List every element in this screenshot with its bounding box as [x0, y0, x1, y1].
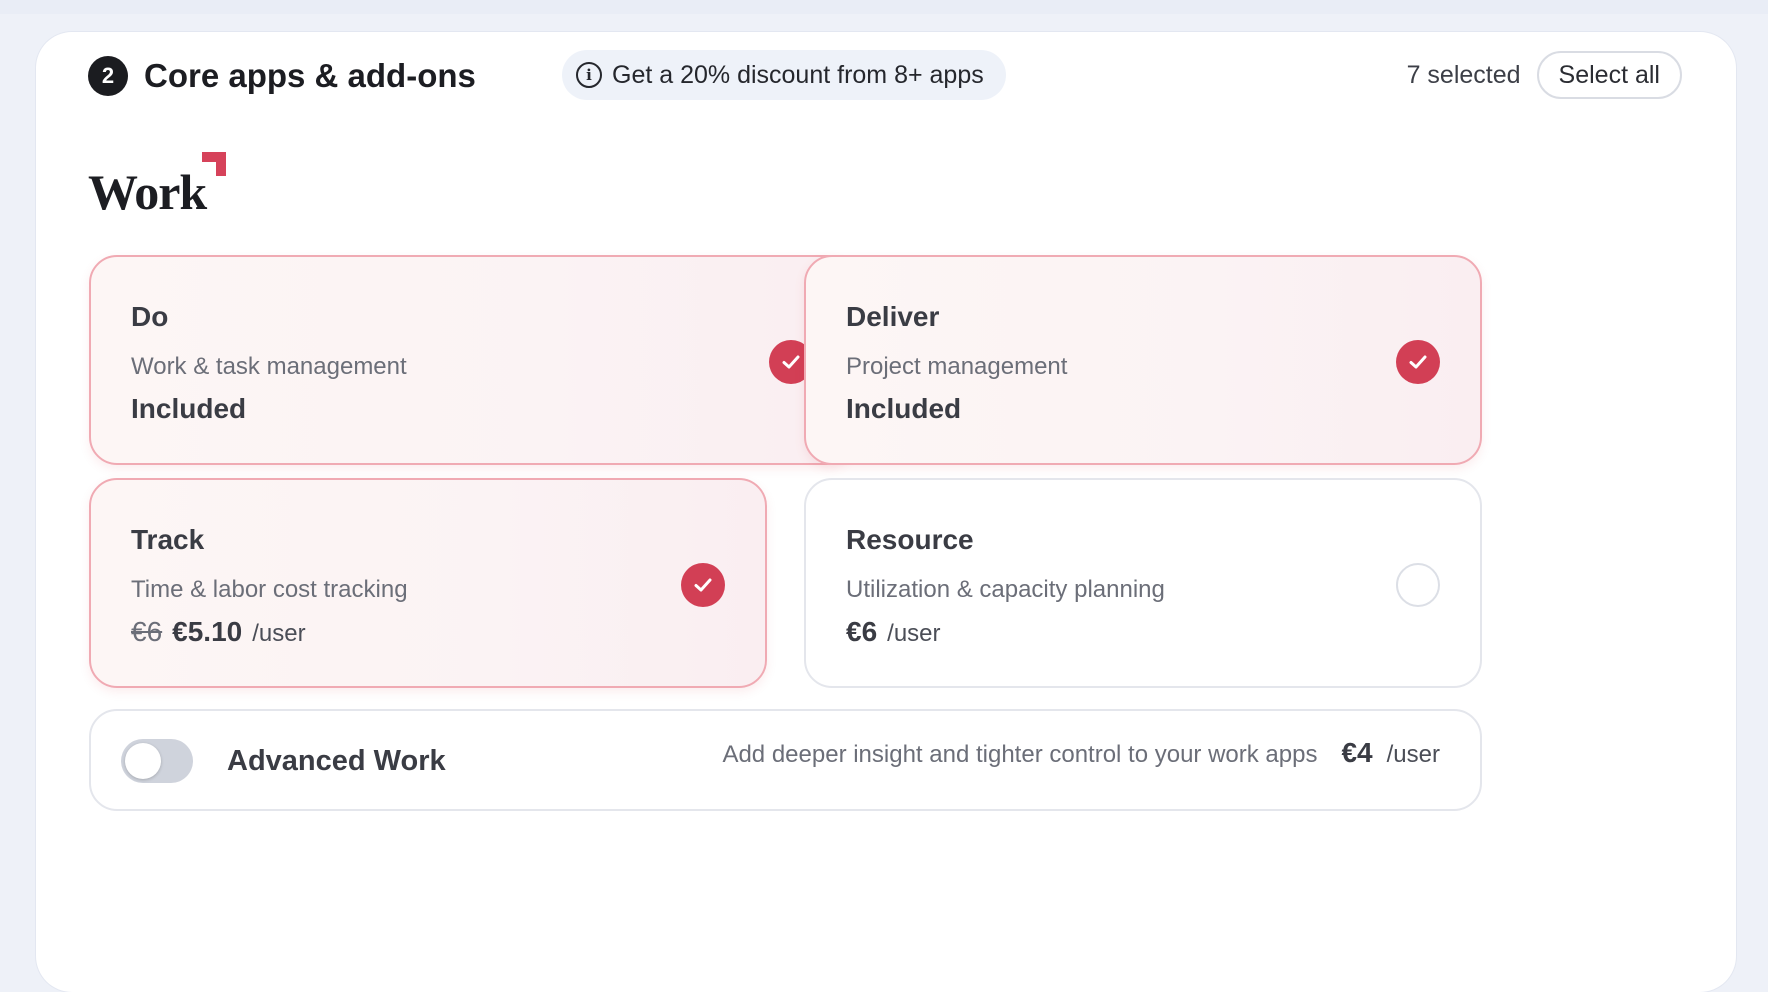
price-value: €6 — [846, 616, 878, 647]
card-price: Included — [131, 393, 246, 425]
discount-text: Get a 20% discount from 8+ apps — [612, 60, 984, 89]
card-description: Utilization & capacity planning — [846, 576, 1165, 603]
card-description: Project management — [846, 353, 1068, 380]
price-unit: /user — [252, 620, 306, 647]
app-card-track[interactable]: Track Time & labor cost tracking €6 €5.1… — [89, 478, 767, 688]
card-description: Work & task management — [131, 353, 407, 380]
card-description: Time & labor cost tracking — [131, 576, 408, 603]
info-icon: i — [576, 62, 602, 88]
checkmark-icon — [694, 578, 712, 592]
logo-mark-icon — [202, 152, 226, 176]
price-unit: /user — [887, 620, 941, 647]
addon-details: Add deeper insight and tighter control t… — [722, 737, 1440, 785]
addon-price: €4 — [1341, 737, 1373, 768]
app-card-do[interactable]: Do Work & task management Included — [89, 255, 855, 465]
top-strip — [0, 0, 1768, 14]
checkmark-icon — [782, 355, 800, 369]
section-header: 2 Core apps & add-ons i Get a 20% discou… — [88, 50, 1682, 102]
addon-description: Add deeper insight and tighter control t… — [722, 741, 1318, 768]
addon-price-unit: /user — [1386, 741, 1440, 768]
price-value: Included — [131, 393, 247, 424]
app-card-resource[interactable]: Resource Utilization & capacity planning… — [804, 478, 1482, 688]
addon-name: Advanced Work — [227, 745, 446, 777]
addon-advanced-work: Advanced Work Add deeper insight and tig… — [89, 709, 1482, 811]
old-price: €6 — [131, 616, 163, 647]
discount-pill: i Get a 20% discount from 8+ apps — [562, 50, 1006, 100]
unchecked-circle-icon[interactable] — [1396, 563, 1440, 607]
card-title: Do — [131, 301, 169, 332]
price-value: €5.10 — [172, 616, 243, 647]
card-price: €6 €5.10 /user — [131, 616, 306, 648]
card-title: Track — [131, 524, 205, 555]
header-actions: 7 selected Select all — [1407, 50, 1682, 100]
toggle-knob — [125, 743, 161, 779]
price-value: Included — [846, 393, 962, 424]
advanced-work-toggle[interactable] — [121, 739, 193, 783]
selected-count: 7 selected — [1406, 60, 1521, 89]
card-title: Resource — [846, 524, 974, 555]
check-circle-icon[interactable] — [681, 563, 725, 607]
check-circle-icon[interactable] — [1396, 340, 1440, 384]
app-card-deliver[interactable]: Deliver Project management Included — [804, 255, 1482, 465]
card-price: €6 /user — [846, 616, 941, 648]
card-title: Deliver — [846, 301, 940, 332]
checkmark-icon — [1409, 355, 1427, 369]
select-all-button[interactable]: Select all — [1536, 51, 1682, 99]
logo-text: Work — [88, 164, 207, 220]
section-title: Core apps & add-ons — [144, 57, 476, 94]
step-badge: 2 — [88, 56, 128, 96]
card-price: Included — [846, 393, 961, 425]
